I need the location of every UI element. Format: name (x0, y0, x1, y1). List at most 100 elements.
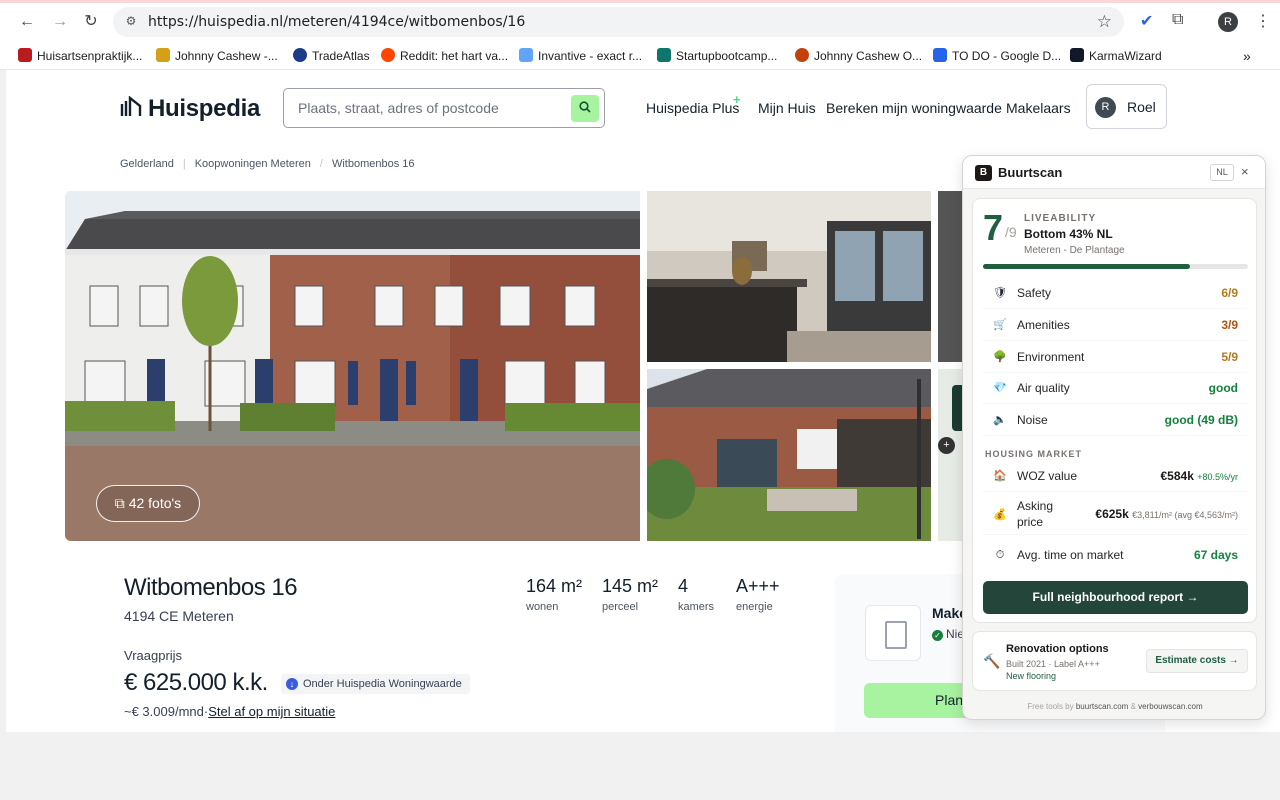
extensions-puzzle-icon[interactable]: ⧉ (1172, 11, 1183, 29)
reload-icon[interactable]: ↻ (80, 11, 102, 33)
language-toggle[interactable]: NL (1210, 164, 1234, 181)
asking-price: € 625.000 k.k. (124, 669, 268, 696)
profile-avatar[interactable]: R (1218, 12, 1238, 32)
huispedia-logo-icon (120, 96, 142, 116)
browser-background (0, 732, 1280, 800)
metric-environment[interactable]: 🌳 Environment 5/9 (983, 343, 1248, 373)
money-bag-icon: 💰 (993, 509, 1007, 521)
url-text[interactable]: https://huispedia.nl/meteren/4194ce/witb… (148, 14, 525, 30)
bookmark-label: Johnny Cashew O... (814, 49, 923, 63)
breadcrumb: Gelderland | Koopwoningen Meteren / Witbomen… (120, 158, 415, 170)
url-host: huispedia.nl (198, 14, 284, 30)
stat-energy-label: energie (736, 601, 773, 613)
bookmark-star-icon[interactable]: ☆ (1097, 12, 1112, 32)
metric-label: Avg. time on market (1017, 548, 1124, 562)
logo-text: Huispedia (148, 95, 260, 122)
nav-woningwaarde[interactable]: Bereken mijn woningwaarde (826, 100, 1002, 116)
renovation-subtitle: Built 2021 · Label A+++ (1006, 659, 1100, 669)
site-settings-icon[interactable]: ⚙ (123, 14, 139, 30)
forward-icon[interactable]: → (49, 11, 71, 33)
bookmark-label: Reddit: het hart va... (400, 49, 509, 63)
liveability-score: 7 (983, 207, 1004, 248)
bookmark-favicon (933, 48, 947, 62)
nav-makelaars[interactable]: Makelaars (1006, 100, 1071, 116)
full-report-button[interactable]: Full neighbourhood report → (983, 581, 1248, 614)
renovation-card: 🔨 Renovation options Built 2021 · Label … (972, 631, 1257, 691)
photo-interior[interactable] (647, 191, 931, 362)
clock-icon: ⏱ (995, 549, 1005, 561)
bookmark-item[interactable]: Reddit: het hart va... (381, 47, 508, 65)
metric-asking-price[interactable]: 💰 Asking price €625k €3,811/m² (avg €4,5… (983, 495, 1248, 535)
interior-image (647, 191, 931, 362)
avatar: R (1095, 97, 1116, 118)
bookmark-item[interactable]: Startupbootcamp... (657, 47, 777, 65)
bookmark-item[interactable]: TO DO - Google D... (933, 47, 1061, 65)
buurtscan-link[interactable]: buurtscan.com (1076, 702, 1128, 711)
more-bookmarks-icon[interactable]: » (1243, 47, 1251, 65)
search-button[interactable] (571, 95, 599, 122)
garden-image (647, 369, 931, 541)
browser-menu-icon[interactable]: ⋮ (1255, 11, 1271, 31)
metric-air-quality[interactable]: 💎 Air quality good (983, 374, 1248, 404)
extension-check-icon[interactable]: ✔ (1140, 11, 1153, 31)
metric-label: Air quality (1017, 381, 1070, 395)
user-name: Roel (1127, 99, 1156, 115)
price-badge[interactable]: ↓ Onder Huispedia Woningwaarde (281, 674, 470, 694)
metric-label: Safety (1017, 286, 1052, 300)
nav-huispedia-plus[interactable]: Huispedia Plus (646, 100, 739, 116)
asking-value: €625k (1095, 507, 1129, 521)
tree-icon: 🌳 (993, 351, 1007, 363)
photos-count-label: 42 foto's (128, 495, 182, 511)
speaker-icon: 🔈 (993, 414, 1007, 426)
user-menu-button[interactable]: R Roel (1086, 84, 1167, 129)
metric-amenities[interactable]: 🛒 Amenities 3/9 (983, 311, 1248, 341)
liveability-score-denominator: /9 (1005, 224, 1017, 240)
metric-value: 6/9 (1221, 286, 1238, 300)
map-zoom-icon[interactable]: + (938, 437, 955, 454)
page-title: Witbomenbos 16 (124, 574, 298, 601)
site-logo[interactable]: Huispedia (120, 95, 260, 123)
metric-value: good (1208, 381, 1238, 395)
agency-building-icon (865, 605, 921, 661)
metric-woz[interactable]: 🏠 WOZ value €584k +80.5%/yr (983, 462, 1248, 492)
metric-time-on-market[interactable]: ⏱ Avg. time on market 67 days (983, 541, 1248, 571)
photo-garden[interactable] (647, 369, 931, 541)
metric-label: Environment (1017, 350, 1085, 364)
stat-plot-area-label: perceel (602, 601, 639, 613)
metric-safety[interactable]: 🛡 Safety 6/9 (983, 279, 1248, 309)
nav-mijn-huis[interactable]: Mijn Huis (758, 100, 816, 116)
address-bar[interactable]: ⚙ https://huispedia.nl/meteren/4194ce/wi… (113, 7, 1124, 37)
metric-noise[interactable]: 🔈 Noise good (49 dB) (983, 406, 1248, 436)
shield-icon: 🛡 (993, 287, 1007, 299)
asking-detail: €3,811/m² (avg €4,563/m²) (1132, 510, 1238, 520)
back-icon[interactable]: ← (16, 11, 38, 33)
liveability-card: 7 /9 LIVEABILITY Bottom 43% NL Meteren -… (972, 198, 1257, 623)
buurtscan-title: Buurtscan (998, 165, 1063, 180)
metric-label-line2: price (1017, 515, 1044, 529)
bookmark-label: KarmaWizard (1089, 49, 1162, 63)
adjust-situation-link[interactable]: Stel af op mijn situatie (208, 704, 335, 719)
close-icon[interactable]: × (1241, 164, 1249, 179)
estimate-costs-button[interactable]: Estimate costs → (1146, 649, 1248, 673)
browser-chrome: ← → ↻ ⚙ https://huispedia.nl/meteren/419… (0, 0, 1280, 70)
bookmark-item[interactable]: Huisartsenpraktijk... (18, 47, 142, 65)
bookmark-item[interactable]: TradeAtlas (293, 47, 370, 65)
woz-change: +80.5%/yr (1197, 472, 1238, 482)
bookmark-favicon (381, 48, 395, 62)
search-input[interactable]: Plaats, straat, adres of postcode (283, 88, 605, 128)
breadcrumb-gelderland[interactable]: Gelderland (120, 158, 174, 170)
woz-value: €584k (1160, 469, 1194, 483)
bookmark-item[interactable]: Johnny Cashew O... (795, 47, 922, 65)
bookmark-item[interactable]: Invantive - exact r... (519, 47, 642, 65)
verbouwscan-link[interactable]: verbouwscan.com (1138, 702, 1202, 711)
photos-count-button[interactable]: ⧉ 42 foto's (96, 485, 200, 522)
bookmark-item[interactable]: KarmaWizard (1070, 47, 1162, 65)
bookmark-label: Invantive - exact r... (538, 49, 643, 63)
footer-prefix: Free tools by (1027, 702, 1074, 711)
breadcrumb-koopwoningen[interactable]: Koopwoningen Meteren (195, 158, 311, 170)
stat-living-area: 164 m² (526, 576, 583, 596)
metric-value: 5/9 (1221, 350, 1238, 364)
bookmark-item[interactable]: Johnny Cashew -... (156, 47, 278, 65)
stat-rooms-label: kamers (678, 601, 715, 613)
buurtscan-header: B Buurtscan NL × (963, 156, 1265, 189)
